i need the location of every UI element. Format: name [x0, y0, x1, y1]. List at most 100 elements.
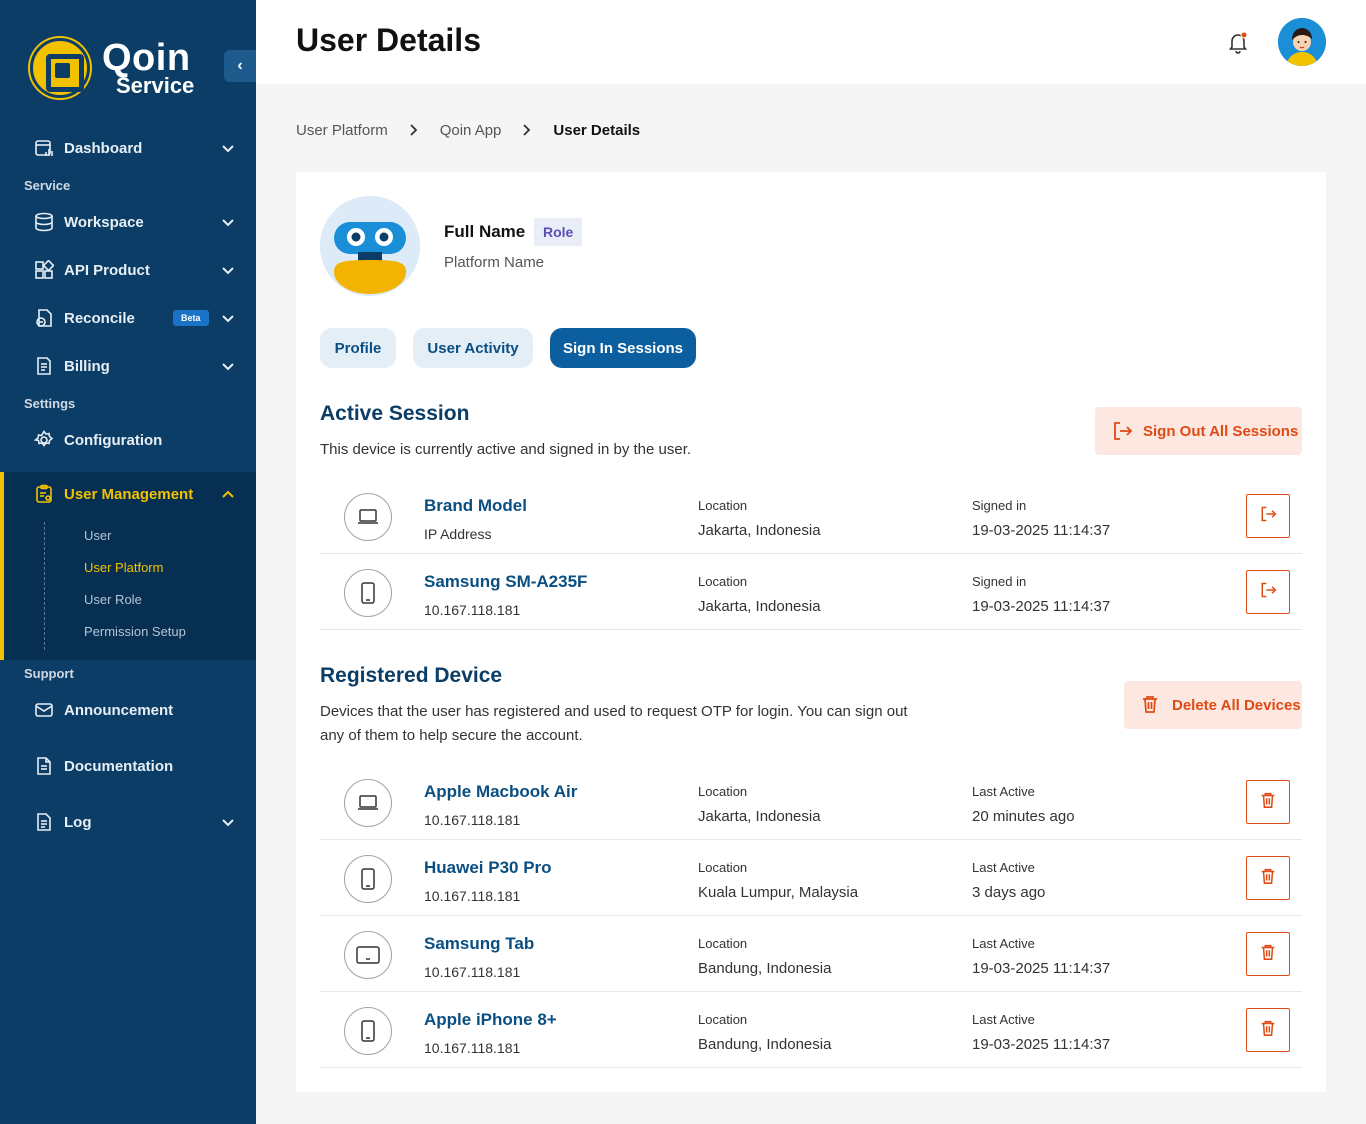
bell-icon[interactable]: [1226, 30, 1250, 54]
tab-sign-in-sessions[interactable]: Sign In Sessions: [550, 328, 696, 368]
sign-out-all-label: Sign Out All Sessions: [1143, 422, 1299, 440]
reconcile-icon: [34, 308, 54, 328]
signed-in-label: Signed in: [972, 574, 1027, 589]
signed-in-value: 19-03-2025 11:14:37: [972, 522, 1111, 539]
brand-sub: Service: [116, 73, 195, 98]
user-details-card: Full Name Role Platform Name Profile Use…: [296, 172, 1326, 1092]
device-name: Samsung SM-A235F: [424, 572, 588, 591]
sidebar-item-label: Billing: [64, 357, 110, 375]
sidebar-subitem-user-role[interactable]: User Role: [84, 592, 142, 607]
sidebar-subitem-user[interactable]: User: [84, 528, 111, 543]
registered-device-title: Registered Device: [320, 664, 503, 687]
sidebar-item-label: Configuration: [64, 431, 163, 449]
role-badge: Role: [534, 218, 583, 246]
qoin-logo-icon: [30, 38, 90, 98]
device-name: Apple iPhone 8+: [424, 1010, 557, 1029]
receipt-icon: [34, 356, 54, 376]
breadcrumb-item-user-platform[interactable]: User Platform: [296, 122, 388, 139]
location-label: Location: [698, 1012, 748, 1027]
active-session-title: Active Session: [320, 402, 470, 425]
sidebar-item-dashboard[interactable]: Dashboard: [0, 128, 256, 168]
active-session-desc: This device is currently active and sign…: [320, 441, 692, 458]
sidebar-subitem-permission-setup[interactable]: Permission Setup: [84, 624, 186, 639]
delete-device-button[interactable]: [1246, 932, 1290, 976]
mail-icon: [34, 700, 54, 720]
sidebar-item-api-product[interactable]: API Product: [0, 250, 256, 290]
sidebar-item-label: Reconcile: [64, 309, 135, 327]
widgets-icon: [34, 260, 54, 280]
clipboard-user-icon: [34, 484, 54, 504]
delete-all-devices-button[interactable]: Delete All Devices: [1124, 681, 1302, 729]
chevron-down-icon: [222, 215, 234, 230]
sidebar-item-label: User Management: [64, 485, 194, 503]
log-icon: [34, 812, 54, 832]
sign-out-all-button[interactable]: Sign Out All Sessions: [1095, 407, 1302, 455]
tab-user-activity[interactable]: User Activity: [413, 328, 533, 368]
sign-out-button[interactable]: [1246, 494, 1290, 538]
device-ip: 10.167.118.181: [424, 812, 521, 828]
sidebar-item-label: Dashboard: [64, 139, 143, 157]
user-platform-name: Platform Name: [444, 254, 545, 271]
section-label-support: Support: [24, 666, 74, 681]
delete-device-button[interactable]: [1246, 856, 1290, 900]
sidebar-item-billing[interactable]: Billing: [0, 346, 256, 386]
sidebar-subitem-user-platform[interactable]: User Platform: [84, 560, 163, 575]
device-name: Samsung Tab: [424, 934, 535, 953]
delete-device-button[interactable]: [1246, 1008, 1290, 1052]
delete-device-button[interactable]: [1246, 780, 1290, 824]
location-value: Bandung, Indonesia: [698, 960, 832, 977]
logout-icon: [1111, 420, 1133, 442]
tablet-icon: [344, 931, 392, 979]
dashboard-icon: [34, 138, 54, 158]
trash-icon: [1259, 791, 1277, 814]
sidebar-item-documentation[interactable]: Documentation: [0, 746, 256, 786]
location-label: Location: [698, 784, 748, 799]
logout-icon: [1259, 505, 1277, 528]
breadcrumb-item-current: User Details: [553, 122, 641, 139]
registered-device-desc: Devices that the user has registered and…: [320, 703, 908, 744]
section-label-service: Service: [24, 178, 71, 193]
sidebar-item-configuration[interactable]: Configuration: [0, 420, 256, 460]
breadcrumb: User Platform Qoin App User Details: [296, 122, 640, 139]
logout-icon: [1259, 581, 1277, 604]
tab-profile[interactable]: Profile: [320, 328, 396, 368]
sidebar-item-label: Announcement: [64, 701, 174, 719]
device-name: Apple Macbook Air: [424, 782, 578, 801]
sidebar-collapse-button[interactable]: ‹: [224, 50, 256, 82]
laptop-icon: [344, 493, 392, 541]
trash-icon: [1259, 943, 1277, 966]
laptop-icon: [344, 779, 392, 827]
brand-logo[interactable]: Qoin Service: [30, 38, 194, 98]
phone-icon: [344, 569, 392, 617]
location-label: Location: [698, 860, 748, 875]
chevron-right-icon: [523, 123, 531, 139]
sidebar: Qoin Service ‹ Dashboard Service Workspa…: [0, 0, 256, 1124]
device-row: Apple Macbook Air 10.167.118.181 Locatio…: [320, 764, 1302, 840]
sidebar-item-announcement[interactable]: Announcement: [0, 690, 256, 730]
sidebar-item-user-management[interactable]: User Management: [34, 484, 193, 504]
last-active-label: Last Active: [972, 936, 1035, 951]
sign-out-button[interactable]: [1246, 570, 1290, 614]
trash-icon: [1140, 694, 1162, 716]
sidebar-item-log[interactable]: Log: [0, 802, 256, 842]
last-active-label: Last Active: [972, 1012, 1035, 1027]
breadcrumb-item-qoin-app[interactable]: Qoin App: [440, 122, 502, 139]
location-label: Location: [698, 498, 748, 513]
last-active-label: Last Active: [972, 860, 1035, 875]
device-ip: 10.167.118.181: [424, 888, 521, 904]
chevron-up-icon[interactable]: [222, 486, 234, 501]
session-row: Brand Model IP Address Location Jakarta,…: [320, 478, 1302, 554]
sidebar-item-workspace[interactable]: Workspace: [0, 202, 256, 242]
avatar[interactable]: [1278, 18, 1326, 66]
location-value: Jakarta, Indonesia: [698, 522, 821, 539]
sidebar-item-reconcile[interactable]: Reconcile Beta: [0, 298, 256, 338]
session-row: Samsung SM-A235F 10.167.118.181 Location…: [320, 554, 1302, 630]
sidebar-item-label: Workspace: [64, 213, 144, 231]
device-name: Brand Model: [424, 496, 527, 515]
device-ip: 10.167.118.181: [424, 602, 521, 618]
last-active-label: Last Active: [972, 784, 1035, 799]
signed-in-value: 19-03-2025 11:14:37: [972, 598, 1111, 615]
location-value: Kuala Lumpur, Malaysia: [698, 884, 859, 901]
top-header: User Details: [256, 0, 1366, 84]
section-label-settings: Settings: [24, 396, 76, 411]
